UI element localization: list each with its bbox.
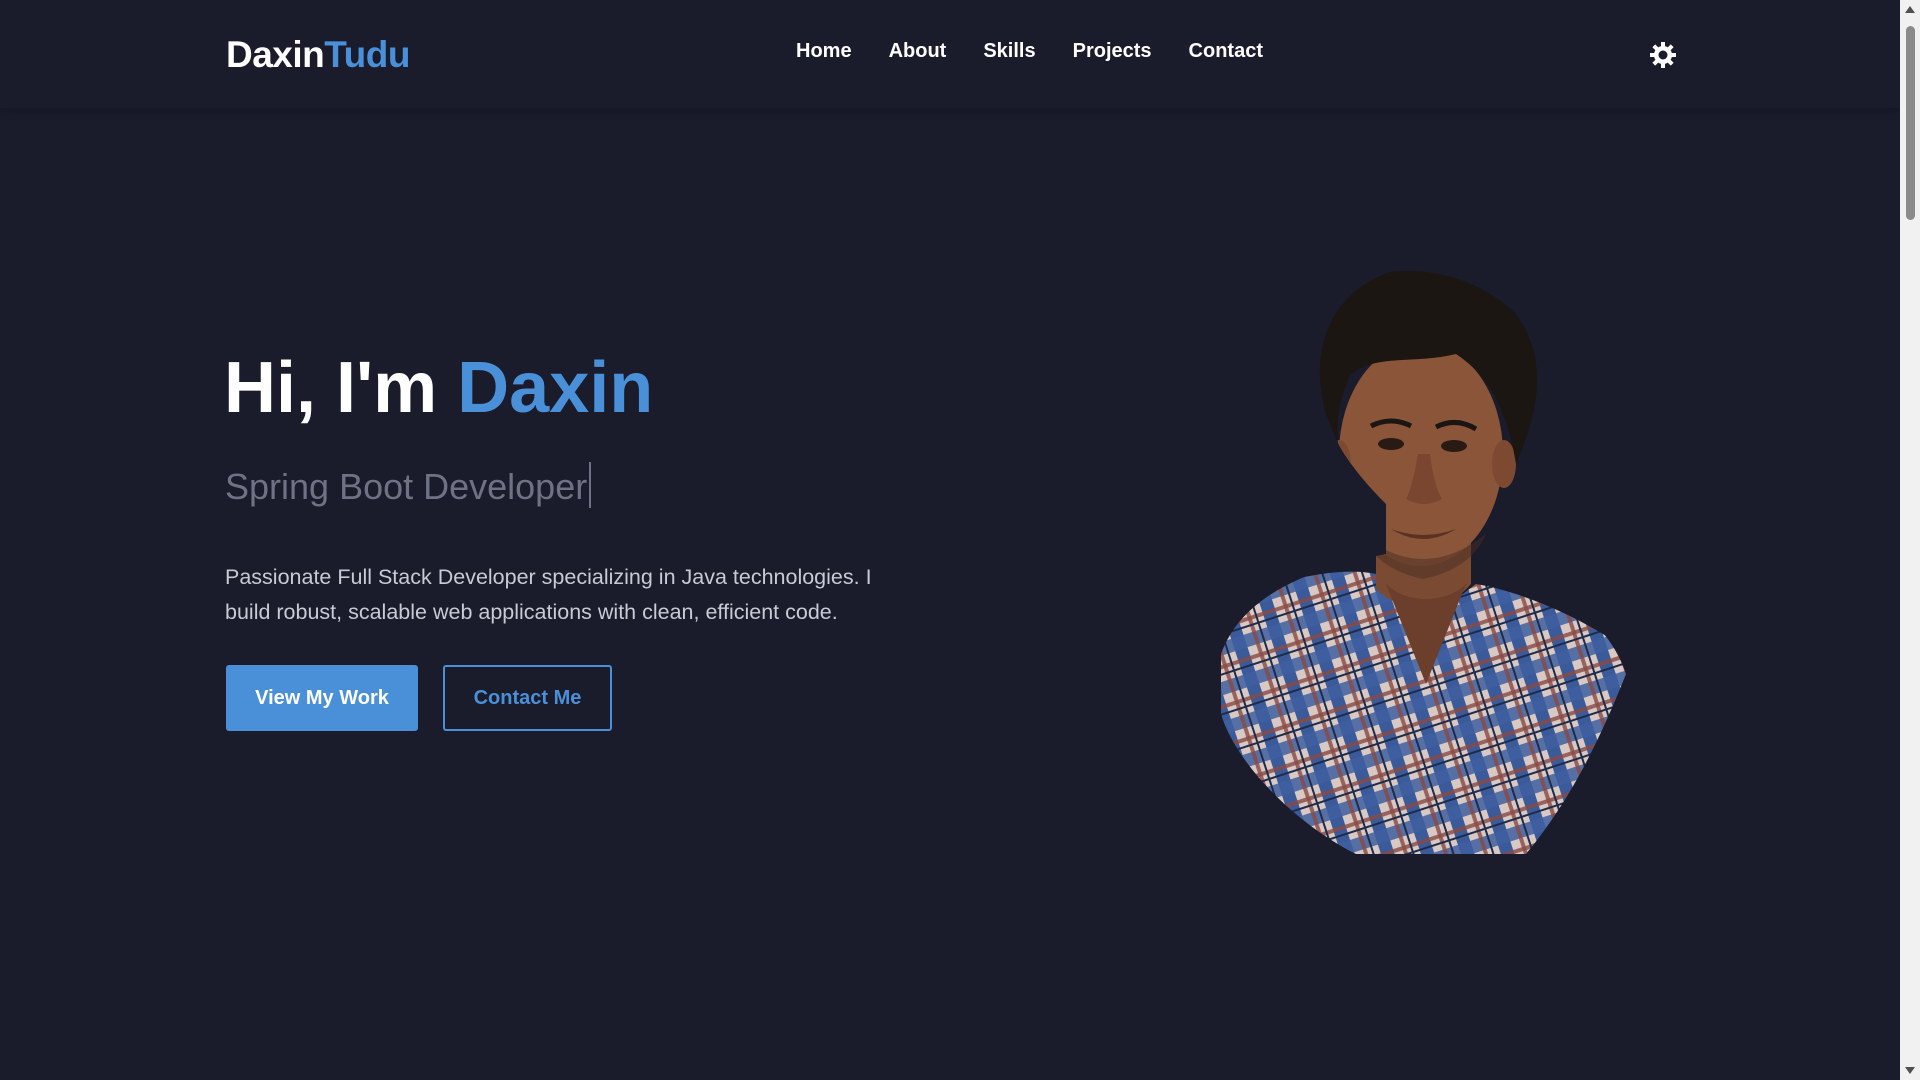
nav-link-about[interactable]: About: [889, 40, 947, 62]
hero-greeting: Hi, I'm: [224, 348, 458, 428]
scroll-down-arrow-icon[interactable]: [1905, 1067, 1915, 1074]
logo-first: Daxin: [226, 34, 325, 75]
nav-item-projects: Projects: [1073, 40, 1152, 63]
navbar: DaxinTudu Home About Skills Projects Con…: [0, 0, 1900, 108]
sun-icon: [1650, 42, 1676, 68]
nav-link-projects[interactable]: Projects: [1073, 40, 1152, 62]
nav-item-contact: Contact: [1189, 40, 1263, 63]
nav-link-home[interactable]: Home: [796, 40, 852, 62]
profile-photo: [1221, 270, 1626, 854]
site-logo[interactable]: DaxinTudu: [226, 34, 410, 76]
typed-role: Spring Boot Developer: [225, 466, 588, 507]
logo-second: Tudu: [324, 34, 410, 75]
contact-me-button[interactable]: Contact Me: [443, 665, 612, 731]
portfolio-page: DaxinTudu Home About Skills Projects Con…: [0, 0, 1920, 1080]
view-my-work-button[interactable]: View My Work: [226, 665, 418, 731]
typing-cursor: [589, 462, 592, 509]
hero-title: Hi, I'm Daxin: [224, 352, 653, 424]
nav-item-home: Home: [796, 40, 852, 63]
nav-item-about: About: [889, 40, 947, 63]
nav-item-skills: Skills: [983, 40, 1035, 63]
scroll-up-arrow-icon[interactable]: [1905, 6, 1915, 13]
scroll-thumb[interactable]: [1906, 26, 1915, 220]
hero-subtitle: Spring Boot Developer: [225, 462, 592, 509]
nav-link-contact[interactable]: Contact: [1189, 40, 1263, 62]
page-scrollbar[interactable]: [1900, 0, 1920, 1080]
theme-toggle-button[interactable]: [1648, 40, 1678, 70]
nav-links: Home About Skills Projects Contact: [796, 40, 1263, 63]
nav-link-skills[interactable]: Skills: [983, 40, 1035, 62]
hero-name: Daxin: [457, 348, 654, 428]
hero-description: Passionate Full Stack Developer speciali…: [225, 565, 872, 624]
